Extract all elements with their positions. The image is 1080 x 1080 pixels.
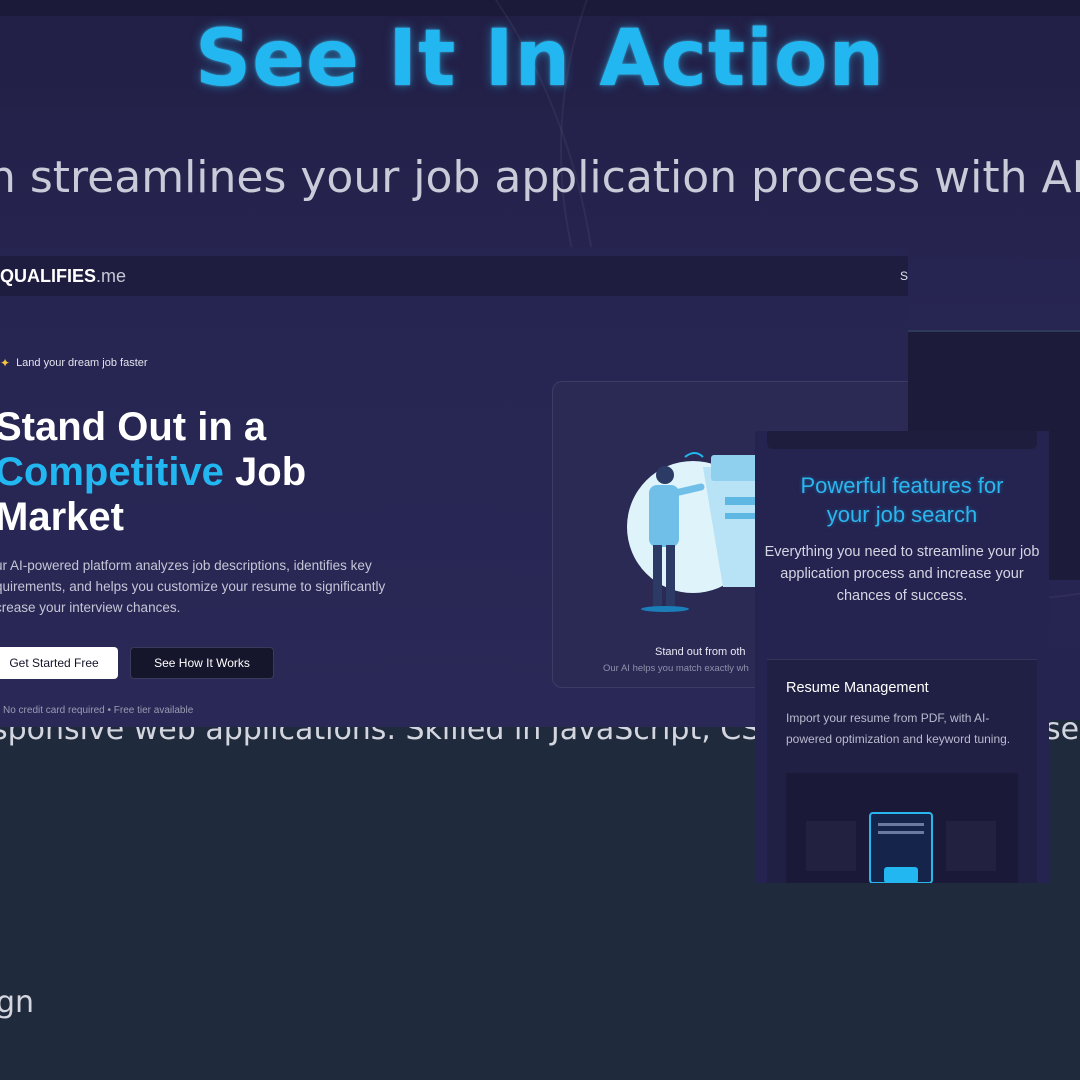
- background-text-lower: gn: [0, 985, 35, 1020]
- mobile-heading: Powerful features for your job search: [755, 471, 1049, 529]
- headline-line-1: Stand Out in a: [0, 405, 267, 449]
- navbar: QUALIFIES.me S: [0, 256, 908, 296]
- hero-tag: ✦ Land your dream job faster: [0, 356, 148, 370]
- headline-job: Job: [223, 450, 307, 494]
- section-title: See It In Action: [194, 14, 886, 104]
- mobile-screenshot: Powerful features for your job search Ev…: [755, 431, 1049, 883]
- headline-highlight: Competitive: [0, 450, 224, 494]
- site-logo[interactable]: QUALIFIES.me: [0, 266, 126, 287]
- illustration-subcaption: Our AI helps you match exactly wh: [603, 663, 749, 674]
- background-text-right: sed: [1045, 712, 1080, 747]
- resume-preview-image: [786, 773, 1018, 883]
- hero-headline: Stand Out in a Competitive Job Market: [0, 405, 306, 540]
- see-how-it-works-button[interactable]: See How It Works: [130, 647, 274, 679]
- logo-tld: .me: [96, 266, 127, 286]
- section-subtitle: n streamlines your job application proce…: [0, 152, 1080, 203]
- illustration-caption: Stand out from oth: [655, 646, 746, 658]
- hero-note: No credit card required • Free tier avai…: [3, 705, 194, 716]
- headline-line-2: Competitive Job: [0, 450, 306, 495]
- mobile-heading-line-1: Powerful features for: [800, 473, 1004, 498]
- mobile-navbar: [767, 431, 1037, 449]
- feature-card-title: Resume Management: [786, 680, 929, 696]
- feature-card-text: Import your resume from PDF, with AI-pow…: [786, 711, 1011, 746]
- hero-tag-label: Land your dream job faster: [16, 357, 148, 369]
- get-started-button[interactable]: Get Started Free: [0, 647, 118, 679]
- hero-description: ur AI-powered platform analyzes job desc…: [0, 558, 386, 615]
- document-icon: [786, 773, 1018, 883]
- sparkle-icon: ✦: [0, 356, 11, 370]
- headline-line-3: Market: [0, 495, 124, 539]
- mobile-heading-line-2: your job search: [826, 502, 978, 527]
- feature-card[interactable]: Resume Management Import your resume fro…: [767, 659, 1037, 883]
- nav-link[interactable]: S: [900, 269, 908, 283]
- logo-text: QUALIFIES: [0, 266, 97, 286]
- mobile-description: Everything you need to streamline your j…: [764, 544, 1040, 604]
